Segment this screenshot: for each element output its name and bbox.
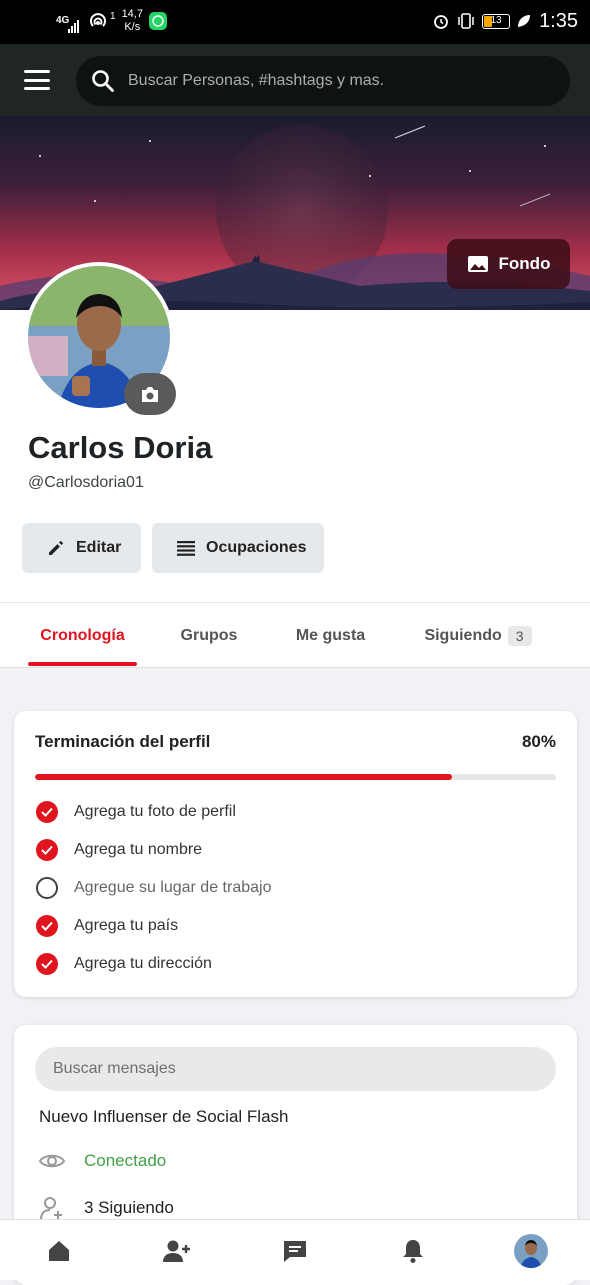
task-address[interactable]: Agrega tu dirección	[36, 953, 212, 975]
hotspot-icon	[90, 13, 106, 27]
tab-grupos[interactable]: Grupos	[170, 603, 248, 669]
checkmark-icon	[36, 839, 58, 861]
change-cover-button[interactable]: Fondo	[447, 239, 570, 289]
tab-cronologia[interactable]: Cronología	[28, 603, 137, 669]
task-workplace[interactable]: Agregue su lugar de trabajo	[36, 877, 271, 899]
online-status: Conectado	[38, 1151, 166, 1171]
empty-circle-icon	[36, 877, 58, 899]
checkmark-icon	[36, 915, 58, 937]
profile-avatar-small	[514, 1233, 548, 1268]
checkmark-icon	[36, 801, 58, 823]
task-name[interactable]: Agrega tu nombre	[36, 839, 202, 861]
home-icon	[49, 1240, 69, 1261]
active-tab-indicator	[28, 662, 137, 666]
alarm-icon	[434, 15, 448, 29]
person-add-icon	[40, 1197, 62, 1220]
whatsapp-icon	[148, 12, 167, 30]
search-icon	[92, 70, 114, 92]
app-bar	[0, 44, 590, 116]
signal-icon: 4G	[56, 16, 82, 33]
change-cover-label: Fondo	[498, 254, 551, 273]
hotspot-count: 1	[110, 10, 116, 22]
occupations-label: Ocupaciones	[206, 539, 307, 556]
add-user-icon	[163, 1240, 190, 1262]
battery-icon: 13	[482, 13, 510, 29]
bottom-navigation	[0, 1219, 590, 1280]
edit-profile-label: Editar	[76, 539, 122, 556]
bell-icon	[403, 1239, 423, 1263]
nav-home[interactable]	[0, 1220, 118, 1281]
vibrate-icon	[458, 13, 474, 29]
checkmark-icon	[36, 953, 58, 975]
clock: 1:35	[539, 10, 578, 32]
nav-friends[interactable]	[118, 1220, 236, 1281]
network-speed: 14,7 K/s	[121, 8, 143, 33]
profile-name: Carlos Doria	[28, 430, 213, 465]
profile-completion-card: Terminación del perfil 80% Agrega tu fot…	[14, 711, 577, 997]
task-profile-photo[interactable]: Agrega tu foto de perfil	[36, 801, 236, 823]
occupations-button[interactable]: Ocupaciones	[152, 523, 324, 573]
search-bar[interactable]	[76, 56, 570, 106]
completion-progress-bar	[35, 774, 556, 780]
leaf-icon	[518, 15, 530, 27]
profile-bio: Nuevo Influenser de Social Flash	[39, 1107, 289, 1126]
completion-title: Terminación del perfil	[35, 732, 211, 751]
eye-icon	[38, 1154, 66, 1168]
nav-notifications[interactable]	[354, 1220, 472, 1281]
image-icon	[467, 256, 488, 272]
battery-level: 13	[490, 14, 502, 26]
message-search-input[interactable]	[35, 1047, 556, 1091]
tab-me-gusta[interactable]: Me gusta	[284, 603, 377, 669]
nav-messages[interactable]	[236, 1220, 354, 1281]
following-count-badge: 3	[507, 626, 532, 646]
camera-icon	[142, 386, 158, 402]
list-icon	[177, 541, 195, 556]
following-info[interactable]: 3 Siguiendo	[38, 1195, 174, 1221]
edit-profile-button[interactable]: Editar	[22, 523, 141, 573]
completion-percent: 80%	[521, 732, 556, 751]
change-avatar-button[interactable]	[124, 373, 176, 415]
profile-handle: @Carlosdoria01	[28, 474, 144, 491]
nav-profile[interactable]	[472, 1220, 590, 1281]
messages-icon	[284, 1240, 306, 1262]
task-country[interactable]: Agrega tu país	[36, 915, 178, 937]
profile-tabs: Cronología Grupos Me gusta Siguiendo 3	[0, 602, 590, 668]
menu-icon[interactable]	[24, 70, 50, 90]
search-input[interactable]	[128, 56, 548, 106]
pencil-icon	[49, 541, 63, 555]
status-bar: 4G 1 14,7 K/s 13 1:35	[0, 0, 590, 44]
tab-siguiendo[interactable]: Siguiendo 3	[414, 603, 542, 669]
